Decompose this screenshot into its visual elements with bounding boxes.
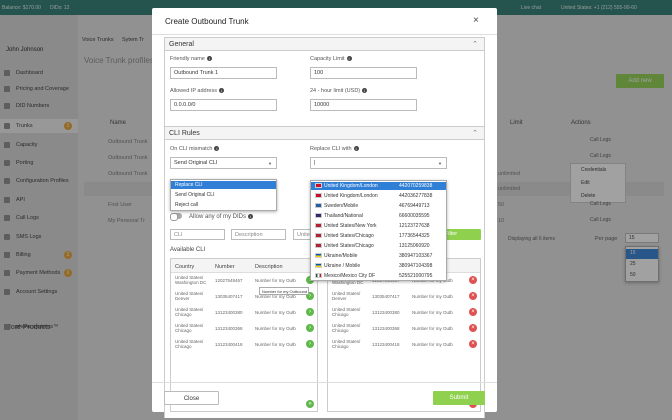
- replace-option[interactable]: Mexico/Mexico City DF 525521000795: [311, 272, 446, 280]
- chevron-up-icon: ⌃: [472, 130, 478, 137]
- mismatch-option[interactable]: Send Original CLI: [171, 191, 218, 199]
- uk-flag-icon: [315, 193, 322, 199]
- chevron-up-icon: ⌃: [472, 41, 478, 48]
- caret-down-icon: ▼: [438, 161, 442, 166]
- capacity-input[interactable]: 100: [310, 67, 417, 79]
- divider: [152, 34, 497, 35]
- cli-rules-panel: CLI Rules ⌃ On CLI mismatch i Send Origina…: [164, 126, 485, 418]
- limit-input[interactable]: 10000: [310, 99, 417, 111]
- mismatch-label: On CLI mismatch i: [170, 146, 220, 152]
- us-flag-icon: [315, 223, 322, 229]
- mismatch-option[interactable]: Reject call: [171, 201, 202, 209]
- info-icon: i: [214, 146, 220, 151]
- info-icon: i: [353, 146, 359, 151]
- mismatch-select[interactable]: Send Original CLI ▼: [170, 157, 277, 169]
- us-flag-icon: [315, 243, 322, 249]
- remove-icon[interactable]: ×: [469, 340, 477, 348]
- us-flag-icon: [315, 233, 322, 239]
- replace-option[interactable]: Ukraine / Mobile 380947104398: [311, 262, 446, 270]
- mexico-flag-icon: [315, 273, 322, 279]
- remove-icon[interactable]: ×: [469, 324, 477, 332]
- limit-label: 24 - hour limit (USD) i: [310, 88, 368, 94]
- remove-icon[interactable]: ×: [469, 308, 477, 316]
- description-filter-input[interactable]: Description: [231, 229, 286, 240]
- info-icon: i: [346, 56, 352, 61]
- available-cli-table: Country Number Description United States…: [170, 258, 318, 412]
- add-icon[interactable]: ›: [306, 340, 314, 348]
- info-icon: i: [248, 214, 254, 219]
- modal-title: Create Outbound Trunk: [165, 17, 249, 26]
- ip-input[interactable]: 0.0.0.0/0: [170, 99, 277, 111]
- friendly-name-label: Friendly name i: [170, 56, 212, 62]
- general-header[interactable]: General ⌃: [165, 38, 484, 51]
- replace-option[interactable]: United Kingdom/London 442036277838: [311, 192, 446, 200]
- add-icon[interactable]: ›: [306, 324, 314, 332]
- info-icon: i: [206, 56, 212, 61]
- cli-filter-input[interactable]: CLI: [170, 229, 225, 240]
- close-button[interactable]: Close: [164, 391, 219, 405]
- remove-icon[interactable]: ×: [469, 292, 477, 300]
- replace-option[interactable]: United Kingdom/London 442070259838: [311, 182, 446, 190]
- capacity-label: Capacity Limit i: [310, 56, 352, 62]
- description-tooltip: Number for my Outbound: [259, 287, 309, 295]
- divider: [152, 382, 497, 383]
- mismatch-dropdown: Replace CLI Send Original CLI Reject cal…: [170, 179, 277, 211]
- submit-button[interactable]: Submit: [433, 391, 485, 405]
- sweden-flag-icon: [315, 203, 322, 209]
- close-icon[interactable]: ×: [473, 15, 479, 26]
- replace-option[interactable]: Sweden/Mobile 46769449713: [311, 202, 446, 210]
- friendly-name-input[interactable]: Outbound Trunk 1: [170, 67, 277, 79]
- ip-label: Allowed IP address i: [170, 88, 224, 94]
- replace-option[interactable]: United States/New York 12123727638: [311, 222, 446, 230]
- remove-icon[interactable]: ×: [469, 276, 477, 284]
- replace-option[interactable]: United States/Chicago 17736544325: [311, 232, 446, 240]
- replace-cli-dropdown: United Kingdom/London 442070259838 United…: [310, 180, 447, 281]
- info-icon: i: [362, 88, 368, 93]
- replace-option[interactable]: Thailand/National 66600035595: [311, 212, 446, 220]
- ukraine-flag-icon: [315, 253, 322, 259]
- thailand-flag-icon: [315, 213, 322, 219]
- mismatch-option[interactable]: Replace CLI: [171, 181, 276, 189]
- allow-dids-label: Allow any of my DIDs i: [189, 214, 254, 220]
- selected-cli-table: United States/ Washington DC12027548467N…: [327, 258, 481, 412]
- caret-down-icon: ▼: [268, 161, 272, 166]
- cli-rules-header[interactable]: CLI Rules ⌃: [165, 127, 484, 140]
- allow-dids-toggle[interactable]: [170, 213, 182, 221]
- info-icon: i: [218, 88, 224, 93]
- available-cli-heading: Available CLI: [170, 247, 206, 253]
- replace-label: Replace CLI with i: [310, 146, 359, 152]
- create-trunk-modal: Create Outbound Trunk × General ⌃ Friendl…: [152, 8, 497, 418]
- uk-flag-icon: [315, 183, 322, 189]
- add-all-icon[interactable]: »: [306, 400, 314, 408]
- col-number: Number: [215, 264, 235, 270]
- col-description: Description: [255, 264, 283, 270]
- add-icon[interactable]: ›: [306, 308, 314, 316]
- general-panel: General ⌃ Friendly name i Outbound Trunk 1…: [164, 37, 485, 127]
- col-country: Country: [175, 264, 195, 270]
- replace-option[interactable]: Ukraine/Mobile 380947103367: [311, 252, 446, 260]
- replace-option[interactable]: United States/Chicago 13125060920: [311, 242, 446, 250]
- ukraine-flag-icon: [315, 263, 322, 269]
- replace-select[interactable]: | ▼: [310, 157, 447, 169]
